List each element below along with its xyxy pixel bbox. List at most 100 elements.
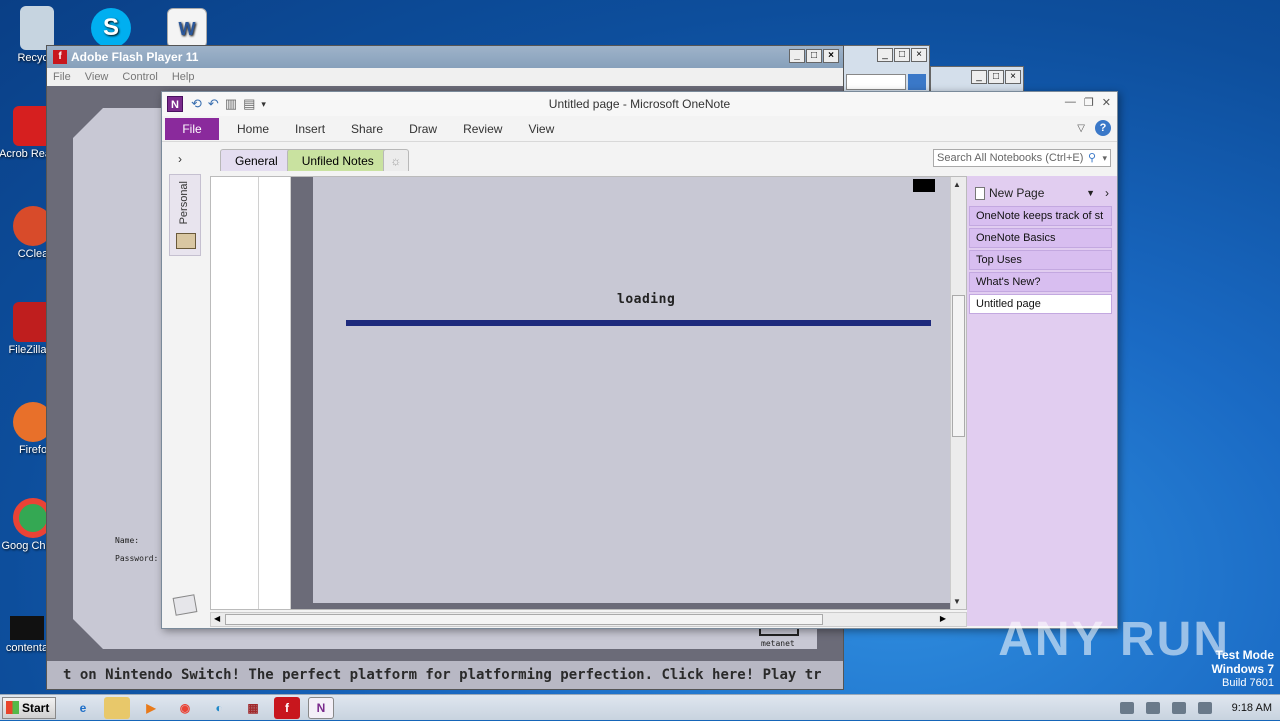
scroll-up-icon[interactable]: ▲ <box>953 180 961 189</box>
new-page-dropdown-icon[interactable]: ▼ <box>1086 188 1095 198</box>
network-icon[interactable] <box>1119 702 1134 714</box>
edge-icon[interactable]: ◐ <box>206 697 232 719</box>
winrar-icon[interactable]: ▦ <box>240 697 266 719</box>
new-page-button[interactable]: New Page ▼ › <box>975 184 1111 202</box>
window-controls: _ □ × <box>971 70 1021 84</box>
embedded-flash[interactable]: loading <box>291 177 951 609</box>
clock[interactable]: 9:18 AM <box>1232 702 1272 714</box>
search-icon[interactable]: ⚲ <box>1088 150 1096 166</box>
hscroll-thumb[interactable] <box>225 614 823 625</box>
menu-control[interactable]: Control <box>122 71 157 83</box>
flash-taskbar-icon[interactable]: f <box>274 696 300 719</box>
minimize-icon[interactable]: _ <box>971 70 987 84</box>
system-tray: 9:18 AM <box>1119 695 1280 721</box>
page-item[interactable]: What's New? <box>969 272 1112 292</box>
file-tab[interactable]: File <box>165 117 219 140</box>
onenote-taskbar-icon[interactable]: N <box>308 696 334 719</box>
media-player-icon[interactable]: ▶ <box>138 697 164 719</box>
scroll-right-icon[interactable]: ▶ <box>940 614 946 623</box>
expand-navigation-icon[interactable]: › <box>178 152 182 166</box>
notebook-tab-personal[interactable]: Personal <box>169 174 201 256</box>
close-icon[interactable]: × <box>911 48 927 62</box>
chrome-taskbar-icon[interactable]: ◉ <box>172 697 198 719</box>
black-rectangle <box>913 179 935 192</box>
close-icon[interactable]: × <box>823 49 839 63</box>
horizontal-scrollbar[interactable]: ◀ ▶ <box>210 612 967 627</box>
scroll-left-icon[interactable]: ◀ <box>214 614 220 623</box>
volume-icon[interactable] <box>1145 702 1160 714</box>
scroll-down-icon[interactable]: ▼ <box>953 597 961 606</box>
undo-icon[interactable]: ↶ <box>208 96 219 112</box>
onenote-window[interactable]: N ⟲ ↶ ▥ ▤ ▾ Untitled page - Microsoft On… <box>161 91 1118 629</box>
onenote-window-title: Untitled page - Microsoft OneNote <box>548 97 731 111</box>
ribbon: File Home Insert Share Draw Review View … <box>162 116 1117 142</box>
page-margin-2 <box>259 177 291 609</box>
expand-ribbon-icon[interactable]: ▽ <box>1077 123 1085 134</box>
flash-title-bar[interactable]: f Adobe Flash Player 11 _ □ × <box>47 46 843 68</box>
customize-toolbar-icon[interactable]: ▾ <box>261 99 266 110</box>
tab-home[interactable]: Home <box>237 122 269 136</box>
search-icon[interactable] <box>908 74 926 90</box>
search-notebooks-input[interactable]: Search All Notebooks (Ctrl+E) ⚲ ▾ <box>933 149 1111 167</box>
tab-insert[interactable]: Insert <box>295 122 325 136</box>
build-label: Build 7601 <box>1222 677 1274 689</box>
promo-ticker[interactable]: t on Nintendo Switch! The perfect platfo… <box>47 661 843 689</box>
windows-version-label: Windows 7 <box>1211 662 1274 676</box>
new-page-icon <box>975 186 985 200</box>
dock-icon[interactable]: ▥ <box>225 96 237 112</box>
tab-view[interactable]: View <box>528 122 554 136</box>
windows-build-info: Test Mode Windows 7 Build 7601 <box>1211 648 1274 690</box>
notebook-icon <box>176 233 196 249</box>
minimize-icon[interactable]: — <box>1065 96 1076 109</box>
menu-help[interactable]: Help <box>172 71 195 83</box>
word-document-icon[interactable]: W <box>152 8 222 50</box>
back-icon[interactable]: ⟲ <box>191 96 202 112</box>
close-icon[interactable]: × <box>1005 70 1021 84</box>
scroll-thumb[interactable] <box>952 295 965 437</box>
page-item[interactable]: OneNote keeps track of st <box>969 206 1112 226</box>
maximize-icon[interactable]: □ <box>806 49 822 63</box>
embedded-flash-stage[interactable] <box>313 177 951 603</box>
windows-logo-icon <box>6 701 19 714</box>
desktop-icon-label: contenta <box>5 642 49 654</box>
flash-menu-bar: File View Control Help <box>47 68 843 86</box>
page-item[interactable]: Top Uses <box>969 250 1112 270</box>
onenote-title-bar[interactable]: N ⟲ ↶ ▥ ▤ ▾ Untitled page - Microsoft On… <box>162 92 1117 116</box>
maximize-icon[interactable]: □ <box>894 48 910 62</box>
tab-review[interactable]: Review <box>463 122 502 136</box>
background-window[interactable]: _ □ × <box>843 45 930 93</box>
ie-icon[interactable]: e <box>70 697 96 719</box>
page-content[interactable]: loading ▲ ▼ <box>210 176 967 610</box>
test-mode-label: Test Mode <box>1215 648 1274 662</box>
notebook-name: Personal <box>178 181 190 225</box>
section-tab-unfiled-notes[interactable]: Unfiled Notes <box>286 149 389 171</box>
background-window-2[interactable]: _ □ × <box>930 66 1024 92</box>
full-page-view-icon[interactable]: ▤ <box>243 96 255 112</box>
restore-icon[interactable]: ❐ <box>1084 96 1094 109</box>
search-dropdown-icon[interactable]: ▾ <box>1102 150 1107 166</box>
close-icon[interactable]: ✕ <box>1102 96 1111 109</box>
tab-share[interactable]: Share <box>351 122 383 136</box>
skype-icon[interactable]: S <box>76 8 146 50</box>
power-icon[interactable] <box>1171 702 1186 714</box>
search-input[interactable] <box>846 74 906 90</box>
minimize-icon[interactable]: _ <box>789 49 805 63</box>
vertical-scrollbar[interactable]: ▲ ▼ <box>950 177 966 609</box>
explorer-icon[interactable] <box>104 696 130 719</box>
page-item-selected[interactable]: Untitled page <box>969 294 1112 314</box>
menu-view[interactable]: View <box>85 71 109 83</box>
start-button[interactable]: Start <box>2 696 56 719</box>
page-item[interactable]: OneNote Basics <box>969 228 1112 248</box>
minimize-icon[interactable]: _ <box>877 48 893 62</box>
section-tab-general[interactable]: General <box>220 149 293 171</box>
anyrun-watermark: ANY RUN <box>998 613 1230 666</box>
unfiled-notes-icon[interactable] <box>172 594 198 616</box>
metanet-label: metanet <box>761 639 795 648</box>
menu-file[interactable]: File <box>53 71 71 83</box>
new-section-icon[interactable]: ☼ <box>382 149 409 171</box>
maximize-icon[interactable]: □ <box>988 70 1004 84</box>
collapse-pages-icon[interactable]: › <box>1105 186 1109 200</box>
help-icon[interactable]: ? <box>1095 120 1111 136</box>
action-center-flag-icon[interactable] <box>1197 702 1212 714</box>
tab-draw[interactable]: Draw <box>409 122 437 136</box>
